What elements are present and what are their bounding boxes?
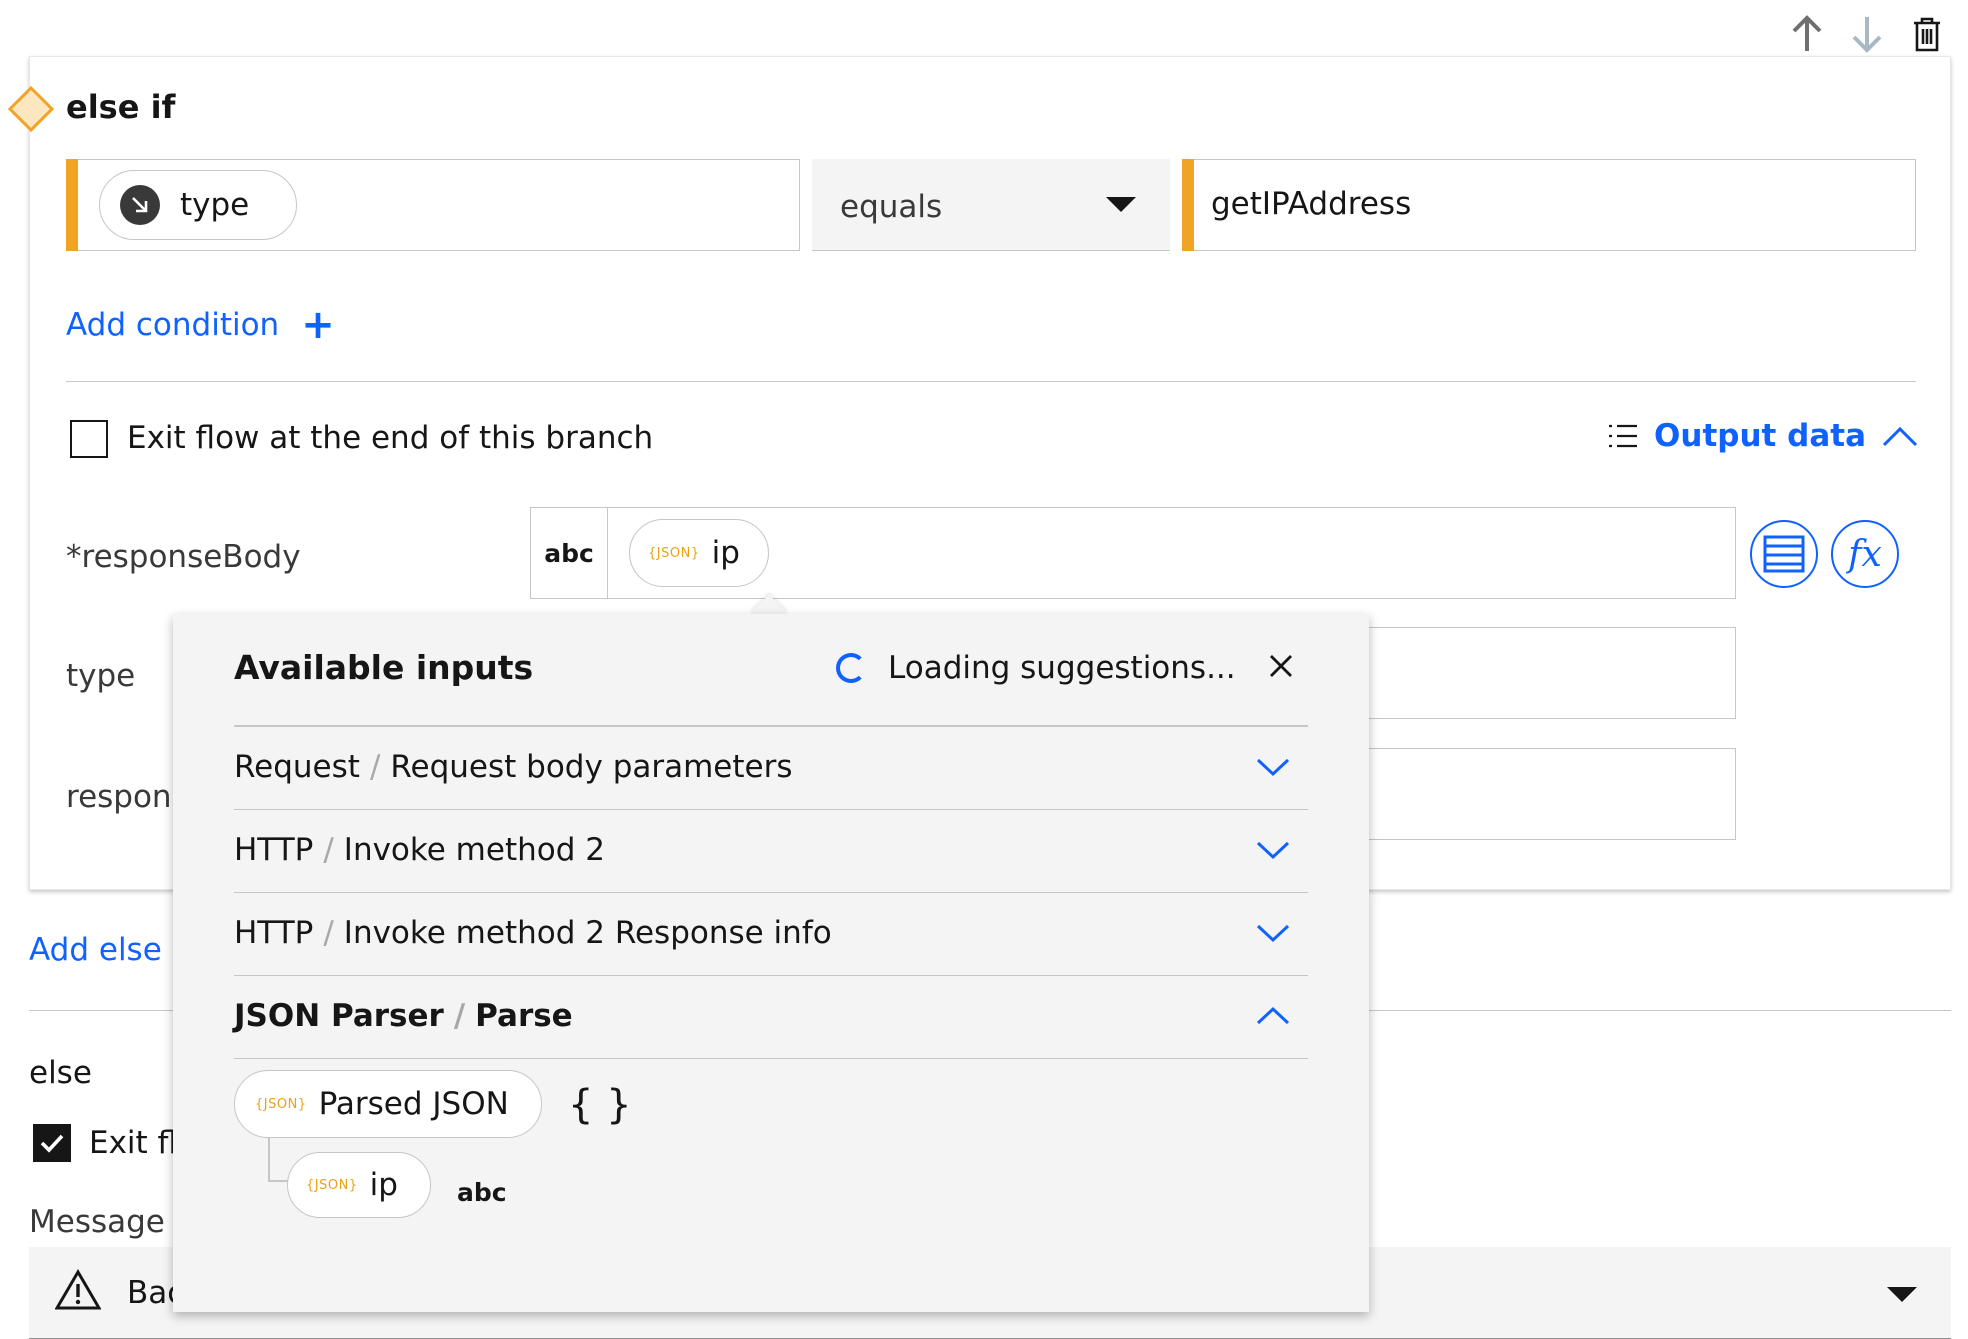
expression-button[interactable]: fx: [1831, 520, 1899, 588]
data-table-icon: [1763, 535, 1805, 573]
ip-token-label: ip: [369, 1167, 398, 1203]
accordion-title: HTTP / Invoke method 2: [234, 832, 605, 868]
chevron-up-icon: [1256, 1006, 1290, 1025]
caret-down-icon: [1887, 1287, 1917, 1302]
close-icon: [1270, 655, 1292, 677]
checkmark-icon: [40, 1134, 64, 1153]
exit-flow-checkbox[interactable]: [70, 420, 108, 458]
list-icon: [1609, 424, 1638, 448]
operator-value: equals: [840, 189, 943, 225]
parsed-json-token[interactable]: {JSON} Parsed JSON: [234, 1070, 542, 1138]
else-title: else: [29, 1055, 92, 1091]
branch-diamond-icon: [7, 85, 55, 133]
json-tag-icon: {JSON}: [255, 1096, 307, 1112]
caret-down-icon: [1106, 197, 1136, 212]
section-divider: [66, 381, 1916, 382]
warning-icon: [54, 1269, 102, 1315]
branch-actions: [1788, 10, 1946, 58]
spinner-icon: [836, 653, 866, 683]
operator-dropdown[interactable]: equals: [812, 159, 1170, 251]
variable-token[interactable]: type: [99, 170, 297, 240]
message-type-label: Message t: [29, 1204, 187, 1240]
accordion-item-request[interactable]: Request / Request body parameters: [234, 727, 1308, 810]
chevron-down-icon: [1256, 758, 1290, 777]
input-arrow-icon: [120, 185, 160, 225]
accordion-item-json-parser[interactable]: JSON Parser / Parse: [234, 976, 1308, 1059]
output-data-label: Output data: [1654, 418, 1866, 454]
chevron-down-icon: [1256, 924, 1290, 943]
loading-indicator: Loading suggestions...: [836, 650, 1236, 686]
variable-token-label: type: [180, 187, 250, 223]
branch-title: else if: [66, 88, 176, 126]
exit-flow-label: Exit flow at the end of this branch: [127, 420, 654, 456]
move-up-icon[interactable]: [1788, 15, 1826, 53]
responsebody-input[interactable]: abc {JSON} ip: [530, 507, 1736, 599]
add-condition-label: Add condition: [66, 307, 280, 343]
json-token-label: ip: [711, 535, 740, 571]
string-type-indicator: abc: [457, 1178, 507, 1207]
loading-text: Loading suggestions...: [888, 650, 1236, 686]
tree-connector: [268, 1138, 290, 1182]
json-token[interactable]: {JSON} ip: [629, 519, 769, 587]
add-else-if-button[interactable]: Add else i: [29, 932, 180, 968]
popover-title: Available inputs: [234, 648, 534, 687]
plus-icon: +: [301, 302, 335, 348]
accordion-item-http-invoke[interactable]: HTTP / Invoke method 2: [234, 810, 1308, 893]
function-icon: fx: [1848, 533, 1882, 575]
close-button[interactable]: [1263, 648, 1299, 684]
condition-left-operand[interactable]: type: [66, 159, 800, 251]
else-exit-flow-label: Exit fl: [89, 1125, 178, 1161]
ip-token[interactable]: {JSON} ip: [287, 1152, 431, 1218]
delete-icon[interactable]: [1908, 15, 1946, 53]
field-label-response: respons: [66, 779, 188, 815]
condition-right-operand[interactable]: getIPAddress: [1182, 159, 1916, 251]
else-exit-flow-checkbox[interactable]: [33, 1124, 71, 1162]
field-label-type: type: [66, 658, 136, 694]
parsed-json-label: Parsed JSON: [318, 1086, 509, 1122]
chevron-up-icon: [1882, 426, 1918, 447]
accordion-item-http-response-info[interactable]: HTTP / Invoke method 2 Response info: [234, 893, 1308, 976]
chevron-down-icon: [1256, 841, 1290, 860]
add-condition-button[interactable]: Add condition +: [66, 305, 335, 345]
output-data-toggle[interactable]: Output data: [1608, 418, 1918, 454]
mapping-button[interactable]: [1750, 520, 1818, 588]
json-tag-icon: {JSON}: [648, 545, 700, 561]
move-down-icon[interactable]: [1848, 15, 1886, 53]
available-inputs-popover: Available inputs Loading suggestions... …: [173, 614, 1369, 1312]
json-tag-icon: {JSON}: [306, 1177, 358, 1193]
required-accent-bar: [66, 159, 78, 251]
accordion-title: Request / Request body parameters: [234, 749, 793, 785]
field-label-responsebody: *responseBody: [66, 539, 301, 575]
condition-value-text: getIPAddress: [1211, 186, 1412, 222]
accordion-title: HTTP / Invoke method 2 Response info: [234, 915, 832, 951]
required-accent-bar: [1182, 159, 1194, 251]
accordion-title: JSON Parser / Parse: [234, 998, 573, 1034]
type-badge: abc: [531, 508, 608, 598]
object-type-indicator: { }: [568, 1082, 632, 1128]
